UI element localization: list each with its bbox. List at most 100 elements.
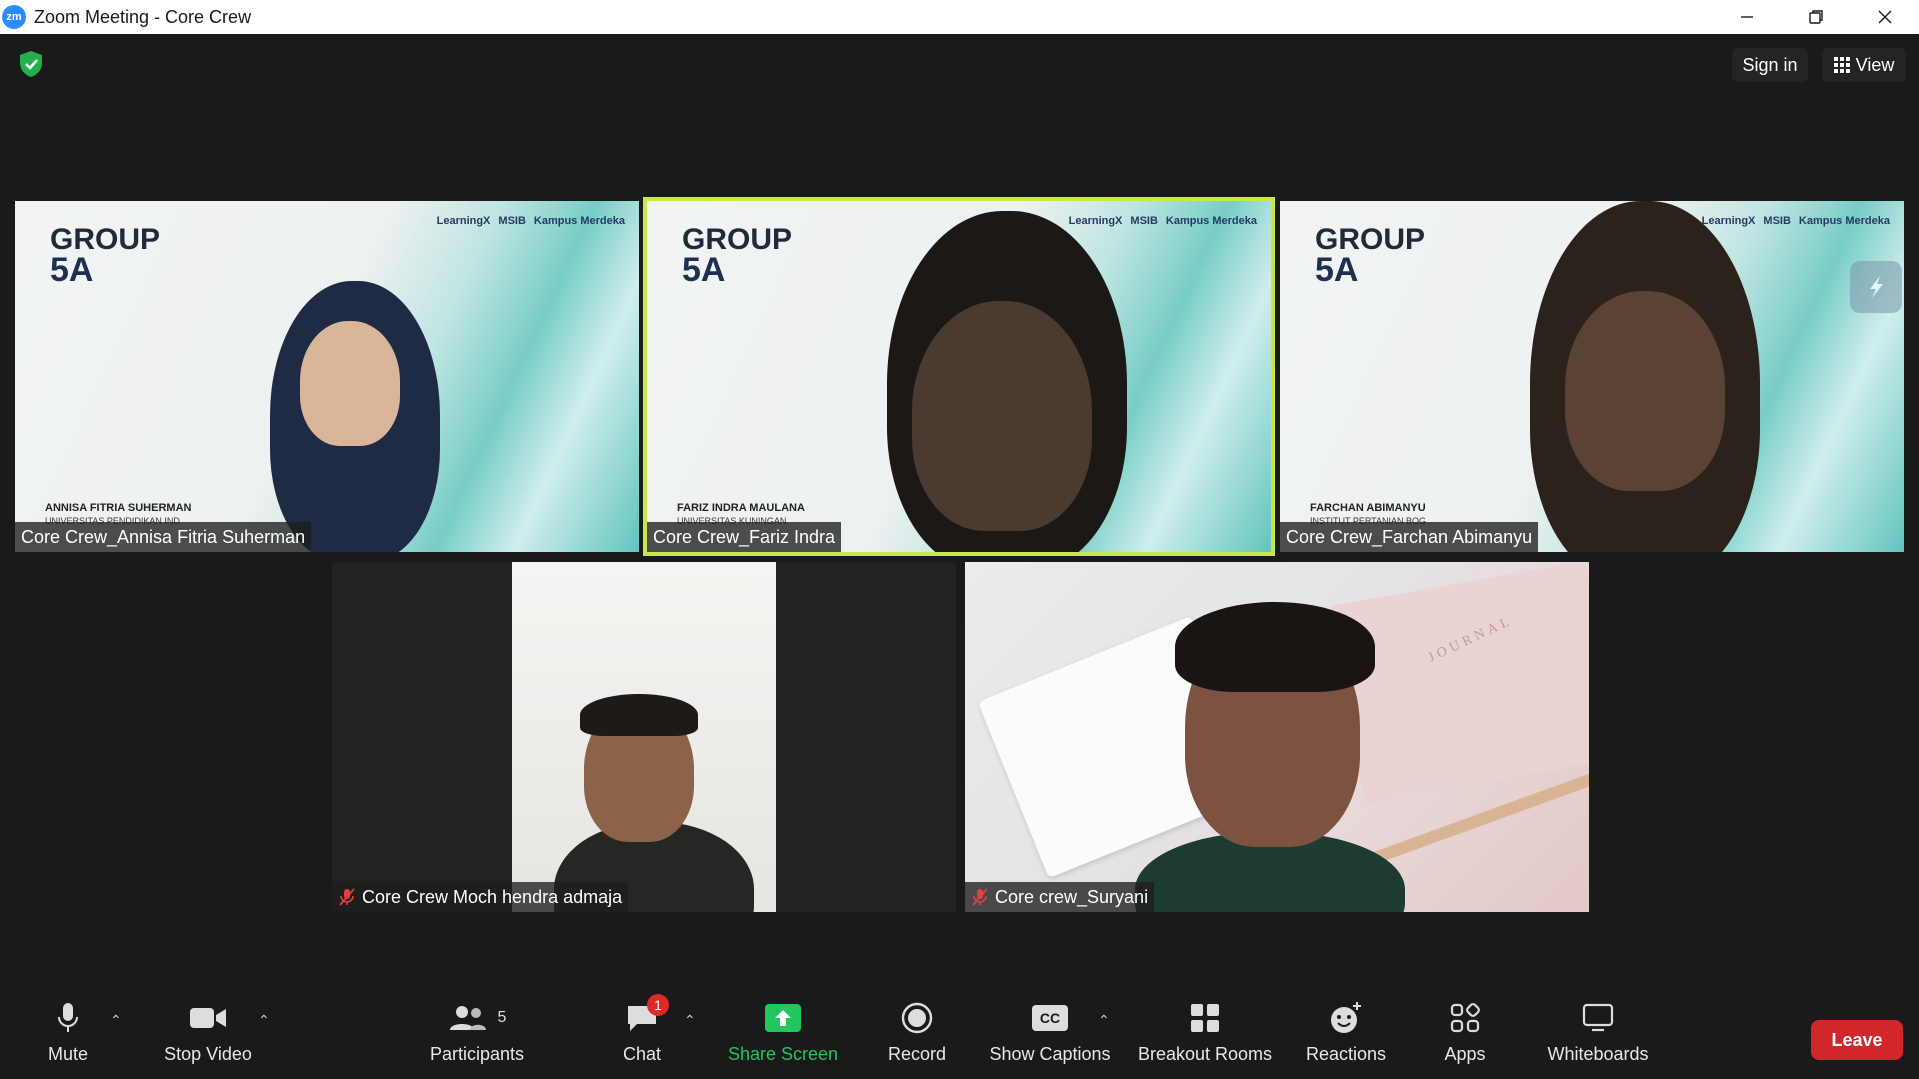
journal-book <box>1329 562 1589 804</box>
stop-video-label: Stop Video <box>164 1044 252 1064</box>
group-label-line2: 5A <box>682 251 726 289</box>
participant-face <box>1565 291 1725 491</box>
sponsor-logos: LearningX MSIB Kampus Merdeka <box>1702 215 1890 227</box>
video-tile[interactable]: GROUP 5A LearningX MSIB Kampus Merdeka F… <box>1280 201 1904 552</box>
logo-kampus-merdeka: Kampus Merdeka <box>533 215 625 227</box>
microphone-icon <box>56 1000 80 1036</box>
logo-msib: MSIB <box>1130 215 1158 227</box>
close-button[interactable] <box>1850 0 1919 34</box>
share-screen-button[interactable]: Share Screen <box>728 1000 838 1072</box>
whiteboards-button[interactable]: Whiteboards <box>1542 1000 1654 1072</box>
whiteboards-label: Whiteboards <box>1547 1044 1649 1064</box>
audio-options-caret[interactable]: ⌃ <box>110 1012 122 1029</box>
window-title: Zoom Meeting - Core Crew <box>34 6 252 27</box>
participants-button[interactable]: 5 Participants <box>424 1000 530 1072</box>
window-title-bar: zm Zoom Meeting - Core Crew <box>0 0 1919 34</box>
participant-name-tag: Core crew_Suryani <box>965 882 1155 912</box>
chat-button[interactable]: 1 Chat <box>620 994 669 1072</box>
video-tile[interactable]: Core Crew Moch hendra admaja <box>332 562 956 912</box>
chat-options-caret[interactable]: ⌃ <box>684 1012 696 1029</box>
group-label: GROUP 5A <box>1315 225 1425 289</box>
record-label: Record <box>887 1044 947 1064</box>
chat-label: Chat <box>622 1044 662 1064</box>
logo-kampus-merdeka: Kampus Merdeka <box>1798 215 1890 227</box>
caption-name: FARCHAN ABIMANYU <box>1310 502 1426 514</box>
restore-button[interactable] <box>1781 0 1850 34</box>
share-arrow-icon <box>764 1000 802 1036</box>
mic-muted-icon <box>971 887 989 907</box>
share-lightning-icon <box>1870 276 1883 298</box>
logo-learningx: LearningX <box>1068 215 1123 227</box>
grid-icon <box>1833 57 1850 73</box>
reactions-button[interactable]: Reactions <box>1304 1000 1388 1072</box>
restore-icon <box>1808 10 1823 24</box>
minimize-button[interactable] <box>1712 0 1781 34</box>
zoom-logo: zm <box>2 5 26 29</box>
logo-kampus-merdeka: Kampus Merdeka <box>1165 215 1257 227</box>
breakout-rooms-button[interactable]: Breakout Rooms <box>1136 1000 1274 1072</box>
participant-face <box>300 321 400 446</box>
participants-count: 5 <box>497 1009 507 1026</box>
video-tile[interactable]: JOURNAL Core crew_Suryani <box>965 562 1589 912</box>
group-label-line2: 5A <box>50 251 94 289</box>
mute-button[interactable]: Mute <box>42 1000 94 1072</box>
close-icon <box>1878 10 1891 24</box>
mute-label: Mute <box>47 1044 89 1064</box>
participant-name: Core Crew_Fariz Indra <box>653 526 836 547</box>
video-tile-active-speaker[interactable]: GROUP 5A LearningX MSIB Kampus Merdeka F… <box>643 197 1275 556</box>
reactions-label: Reactions <box>1305 1044 1387 1064</box>
view-button[interactable]: View <box>1822 48 1906 82</box>
participant-hair <box>1175 602 1375 692</box>
share-screen-label: Share Screen <box>727 1044 839 1064</box>
participant-hair <box>580 694 698 736</box>
video-options-caret[interactable]: ⌃ <box>258 1012 270 1029</box>
participant-name-tag: Core Crew_Annisa Fitria Suherman <box>15 522 312 552</box>
sponsor-logos: LearningX MSIB Kampus Merdeka <box>437 215 625 227</box>
stop-video-button[interactable]: Stop Video <box>160 1000 256 1072</box>
view-label: View <box>1855 54 1895 75</box>
breakout-grid-icon <box>1190 1000 1220 1036</box>
cc-icon: CC <box>1032 1000 1068 1036</box>
logo-msib: MSIB <box>498 215 526 227</box>
meeting-toolbar: Mute ⌃ Stop Video ⌃ 5 Participants 1 Cha… <box>0 990 1919 1079</box>
chat-icon: 1 <box>625 994 669 1036</box>
record-button[interactable]: Record <box>884 1000 950 1072</box>
show-captions-label: Show Captions <box>989 1044 1111 1064</box>
caption-name: FARIZ INDRA MAULANA <box>677 502 805 514</box>
cc-icon-text: CC <box>1032 1005 1068 1031</box>
caption-name: ANNISA FITRIA SUHERMAN <box>45 502 192 514</box>
mic-muted-icon <box>338 887 356 907</box>
participants-icon: 5 <box>448 1000 507 1036</box>
logo-learningx: LearningX <box>436 215 491 227</box>
participant-name: Core crew_Suryani <box>995 886 1149 907</box>
participant-name-tag: Core Crew_Farchan Abimanyu <box>1280 522 1539 552</box>
participant-name: Core Crew_Farchan Abimanyu <box>1286 526 1533 547</box>
shield-check-icon[interactable] <box>18 50 44 78</box>
group-label: GROUP 5A <box>682 225 792 289</box>
apps-label: Apps <box>1444 1044 1486 1064</box>
minimize-icon <box>1740 16 1753 18</box>
participants-label: Participants <box>429 1044 525 1064</box>
show-captions-button[interactable]: CC Show Captions <box>988 1000 1112 1072</box>
sponsor-logos: LearningX MSIB Kampus Merdeka <box>1069 215 1257 227</box>
video-tile[interactable]: GROUP 5A LearningX MSIB Kampus Merdeka A… <box>15 201 639 552</box>
record-icon <box>901 1000 933 1036</box>
reaction-icon <box>1329 1000 1363 1036</box>
captions-options-caret[interactable]: ⌃ <box>1098 1012 1110 1029</box>
sign-in-button[interactable]: Sign in <box>1732 48 1808 82</box>
window-controls <box>1712 0 1919 34</box>
participant-name-tag: Core Crew Moch hendra admaja <box>332 882 629 912</box>
video-camera-icon <box>189 1000 227 1036</box>
logo-msib: MSIB <box>1763 215 1791 227</box>
leave-button[interactable]: Leave <box>1811 1020 1903 1060</box>
group-label: GROUP 5A <box>50 225 160 289</box>
group-label-line2: 5A <box>1315 251 1359 289</box>
logo-learningx: LearningX <box>1701 215 1756 227</box>
participant-name: Core Crew_Annisa Fitria Suherman <box>21 526 306 547</box>
whiteboard-icon <box>1582 1000 1614 1036</box>
floating-share-button[interactable] <box>1850 261 1902 313</box>
apps-button[interactable]: Apps <box>1442 1000 1488 1072</box>
chat-unread-badge: 1 <box>647 994 669 1016</box>
participant-face <box>912 301 1092 531</box>
participant-name: Core Crew Moch hendra admaja <box>362 886 623 907</box>
